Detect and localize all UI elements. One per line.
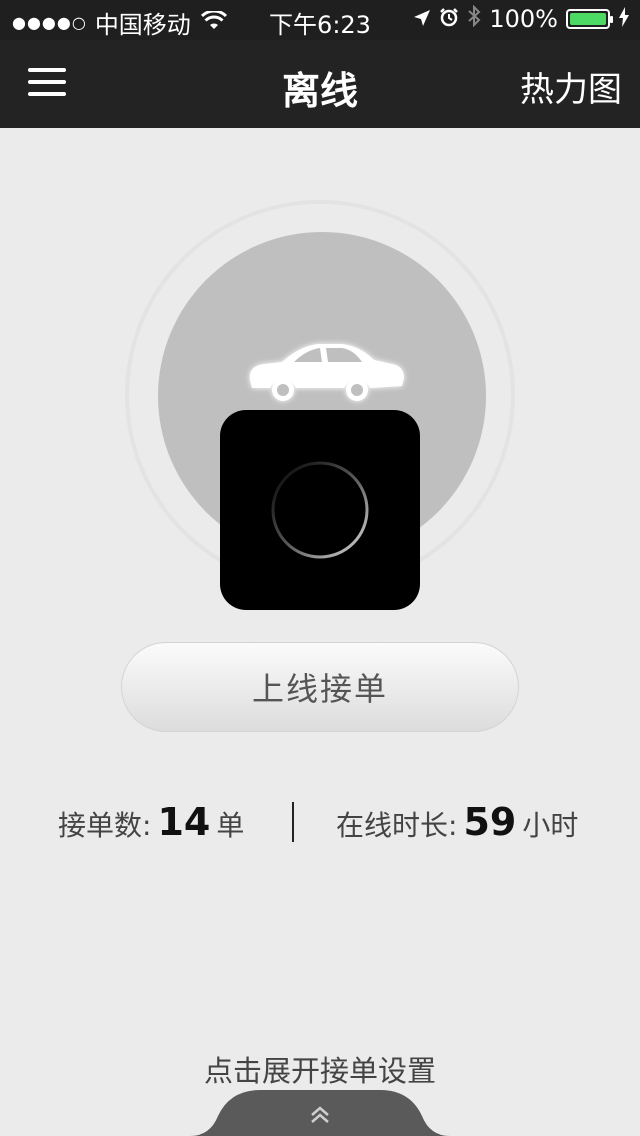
orders-stat: 接单数: 14 单 xyxy=(58,800,244,844)
heatmap-button[interactable]: 热力图 xyxy=(520,62,622,111)
bluetooth-icon xyxy=(467,4,481,33)
stats-divider xyxy=(292,802,294,842)
go-online-button[interactable]: 上线接单 xyxy=(121,642,519,732)
car-icon xyxy=(249,344,404,401)
stats-row: 接单数: 14 单 在线时长: 59 小时 xyxy=(0,800,640,844)
hours-unit: 小时 xyxy=(522,809,579,842)
orders-label: 接单数: xyxy=(58,809,152,842)
battery-percent: 100% xyxy=(489,5,558,33)
orders-unit: 单 xyxy=(216,809,245,842)
double-chevron-up-icon xyxy=(311,1106,329,1123)
orders-value: 14 xyxy=(157,800,211,844)
hours-value: 59 xyxy=(463,800,517,844)
status-bar: ●●●●○ 中国移动 下午6:23 100% xyxy=(0,0,640,40)
loading-spinner-icon xyxy=(271,461,369,559)
nav-bar: 离线 热力图 xyxy=(0,40,640,128)
charging-icon xyxy=(618,5,630,33)
hours-stat: 在线时长: 59 小时 xyxy=(336,800,578,844)
location-arrow-icon xyxy=(413,5,431,33)
hours-label: 在线时长: xyxy=(336,809,458,842)
expand-settings-hint[interactable]: 点击展开接单设置 xyxy=(0,1048,640,1090)
alarm-icon xyxy=(439,5,459,33)
battery-icon xyxy=(566,9,613,29)
